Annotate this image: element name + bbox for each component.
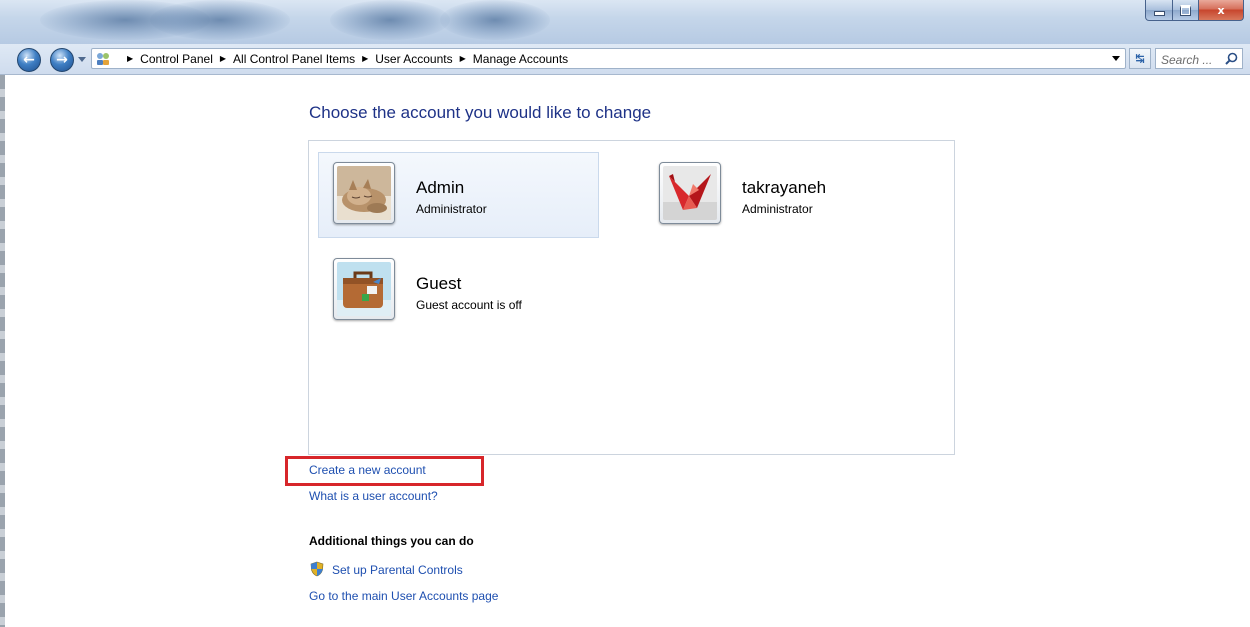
account-name: Admin <box>416 178 465 197</box>
breadcrumb-all-items[interactable]: All Control Panel Items <box>233 52 355 66</box>
maximize-button[interactable] <box>1173 0 1199 21</box>
refresh-icon: ↹ <box>1135 52 1145 65</box>
breadcrumb-separator-icon[interactable]: ▶ <box>362 54 368 63</box>
account-picture <box>333 162 395 224</box>
address-bar[interactable]: ▶ Control Panel ▶ All Control Panel Item… <box>91 48 1126 69</box>
account-status: Guest account is off <box>416 298 522 312</box>
origami-crane-picture-icon <box>663 166 717 220</box>
forward-arrow-icon: → <box>56 52 68 68</box>
left-edge-decoration <box>0 75 5 627</box>
title-bar-glow <box>440 0 550 40</box>
page-title: Choose the account you would like to cha… <box>309 103 652 122</box>
control-panel-icon <box>97 53 109 65</box>
parental-controls-link[interactable]: Set up Parental Controls <box>332 563 463 577</box>
back-button[interactable]: ← <box>17 48 41 72</box>
breadcrumb-separator-icon[interactable]: ▶ <box>460 54 466 63</box>
breadcrumb-separator-icon[interactable]: ▶ <box>220 54 226 63</box>
minimize-button[interactable] <box>1145 0 1173 21</box>
search-box[interactable] <box>1155 48 1243 69</box>
account-tile-takrayaneh[interactable]: takrayaneh Administrator <box>644 152 925 238</box>
maximize-icon <box>1180 4 1191 16</box>
what-is-user-account-link[interactable]: What is a user account? <box>309 489 438 503</box>
account-tile-guest[interactable]: Guest Guest account is off <box>318 248 599 334</box>
main-user-accounts-link[interactable]: Go to the main User Accounts page <box>309 589 498 603</box>
account-type: Administrator <box>742 202 813 216</box>
back-arrow-icon: ← <box>23 52 35 68</box>
search-input[interactable] <box>1156 51 1223 69</box>
account-type: Administrator <box>416 202 487 216</box>
window-title-bar: x <box>0 0 1250 44</box>
title-bar-glow <box>150 0 290 40</box>
search-icon[interactable] <box>1225 52 1238 65</box>
minimize-icon <box>1153 10 1165 16</box>
create-new-account-link[interactable]: Create a new account <box>309 463 426 477</box>
suitcase-picture-icon <box>337 262 391 316</box>
close-button[interactable]: x <box>1199 0 1244 21</box>
additional-tasks-heading: Additional things you can do <box>309 534 474 548</box>
breadcrumb: ▶ Control Panel ▶ All Control Panel Item… <box>120 49 568 68</box>
title-bar-glow <box>330 0 450 40</box>
recent-pages-dropdown[interactable] <box>78 57 86 62</box>
accounts-panel: Admin Administrator takrayaneh Administr… <box>308 140 955 455</box>
refresh-button[interactable]: ↹ <box>1129 48 1151 69</box>
account-tile-admin[interactable]: Admin Administrator <box>318 152 599 238</box>
address-history-dropdown[interactable] <box>1112 56 1120 61</box>
breadcrumb-separator-icon[interactable]: ▶ <box>127 54 133 63</box>
account-picture <box>333 258 395 320</box>
account-name: Guest <box>416 274 462 293</box>
breadcrumb-manage-accounts[interactable]: Manage Accounts <box>473 52 568 66</box>
account-picture <box>659 162 721 224</box>
account-name: takrayaneh <box>742 178 827 197</box>
navigation-bar: ← → ▶ Control Panel ▶ All Control Panel … <box>0 44 1250 75</box>
close-icon: x <box>1217 3 1225 17</box>
breadcrumb-user-accounts[interactable]: User Accounts <box>375 52 452 66</box>
breadcrumb-control-panel[interactable]: Control Panel <box>140 52 213 66</box>
uac-shield-icon <box>310 561 324 577</box>
forward-button[interactable]: → <box>50 48 74 72</box>
window-controls: x <box>1145 0 1244 21</box>
kitten-picture-icon <box>337 166 391 220</box>
